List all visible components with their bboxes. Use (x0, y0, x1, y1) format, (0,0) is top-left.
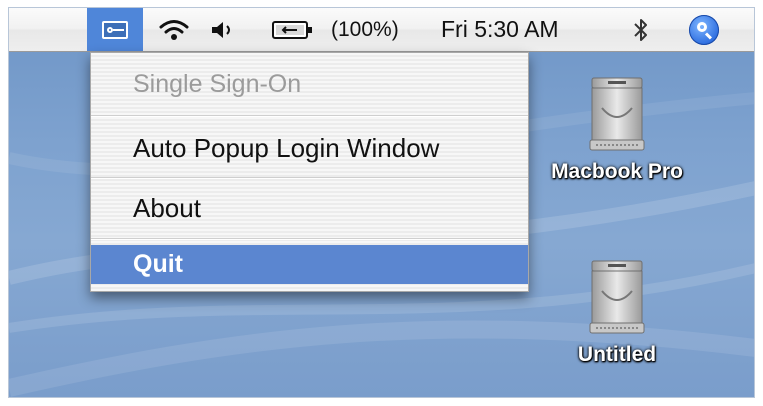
menu-item-auto-popup-login-window[interactable]: Auto Popup Login Window (91, 119, 528, 177)
volume-icon (212, 21, 230, 38)
battery-icon (272, 20, 312, 39)
clock[interactable]: Fri 5:30 AM (441, 8, 559, 51)
volume-menu-extra[interactable] (209, 8, 235, 51)
battery-menu-extra[interactable] (271, 8, 315, 51)
wifi-icon (159, 19, 189, 40)
battery-percent: (100%) (331, 17, 399, 41)
menu-bar: (100%) Fri 5:30 AM (9, 8, 754, 52)
menu-separator (91, 115, 528, 117)
hard-drive-icon (589, 260, 645, 334)
menu-item-quit[interactable]: Quit (91, 245, 528, 284)
spotlight-button[interactable] (689, 8, 719, 51)
screen: (100%) Fri 5:30 AM Single Sign-On Auto P… (8, 7, 755, 398)
drive-label: Macbook Pro (551, 160, 683, 183)
wifi-menu-extra[interactable] (159, 8, 189, 51)
bluetooth-menu-extra[interactable] (631, 8, 651, 51)
single-sign-on-icon (102, 20, 128, 39)
desktop-drive-macbook-pro[interactable]: Macbook Pro (537, 74, 697, 184)
menu-separator (91, 238, 528, 240)
menu-item-about[interactable]: About (91, 180, 528, 236)
hard-drive-icon (589, 77, 645, 151)
single-sign-on-menu-extra[interactable] (87, 8, 143, 51)
drive-label: Untitled (577, 343, 657, 366)
single-sign-on-menu: Single Sign-On Auto Popup Login Window A… (90, 52, 529, 292)
bluetooth-icon (634, 18, 647, 41)
menu-title: Single Sign-On (133, 69, 302, 98)
spotlight-icon (689, 14, 719, 45)
menu-separator (91, 177, 528, 179)
desktop-drive-untitled[interactable]: Untitled (537, 257, 697, 367)
